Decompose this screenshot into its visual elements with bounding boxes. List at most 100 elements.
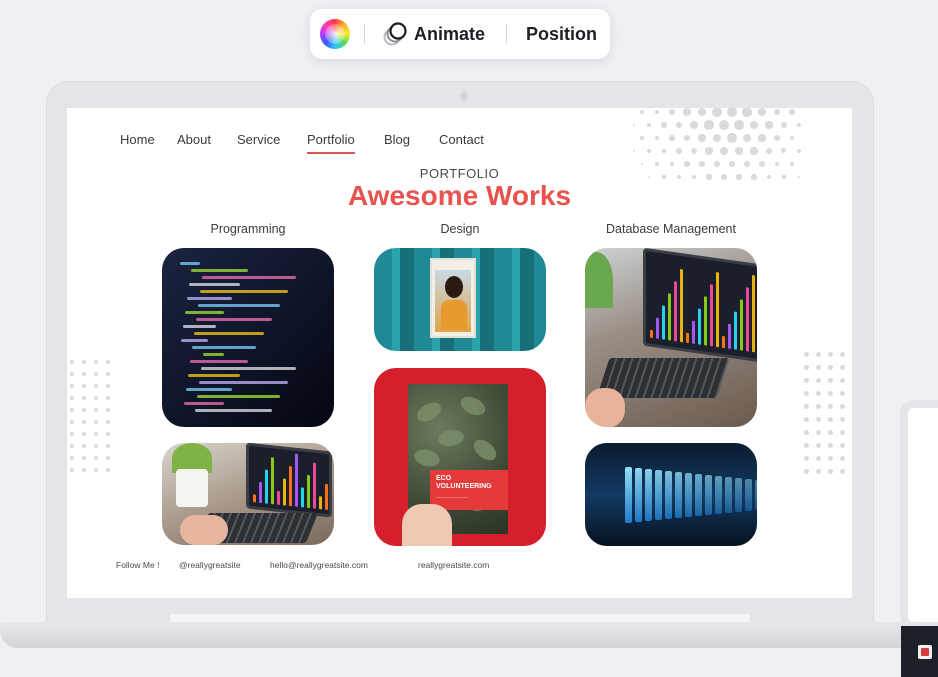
animate-button[interactable]: Animate <box>382 19 485 49</box>
dashboard-bar <box>716 271 719 348</box>
dashboard-bar <box>265 469 268 504</box>
portfolio-image-code[interactable] <box>162 248 334 427</box>
decorative-dot <box>82 372 86 376</box>
dashboard-bar <box>289 466 292 507</box>
code-line <box>192 346 256 349</box>
decorative-dot <box>840 404 845 409</box>
footer-handle[interactable]: @reallygreatsite <box>179 560 241 570</box>
code-line <box>183 325 216 328</box>
nav-service[interactable]: Service <box>237 132 280 147</box>
decorative-dot <box>106 468 110 472</box>
laptop-screen <box>643 248 757 363</box>
dashboard-bar <box>698 308 701 345</box>
decorative-dot <box>94 420 98 424</box>
magazine-face <box>445 276 463 298</box>
nav-contact[interactable]: Contact <box>439 132 484 147</box>
footer-email[interactable]: hello@reallygreatsite.com <box>270 560 368 570</box>
position-button[interactable]: Position <box>526 19 597 49</box>
nav-portfolio[interactable]: Portfolio <box>307 132 355 154</box>
portfolio-image-eco-book[interactable]: ECO VOLUNTEERING ———————— <box>374 368 546 546</box>
design-canvas[interactable]: Home About Service Portfolio Blog Contac… <box>67 108 852 598</box>
dashboard-bar <box>295 453 298 507</box>
laptop-screen <box>246 443 332 518</box>
decorative-dot <box>840 352 845 357</box>
decorative-dot <box>804 365 809 370</box>
magazine-photo <box>435 270 471 332</box>
nav-blog[interactable]: Blog <box>384 132 410 147</box>
server-rack <box>625 466 632 523</box>
server-rack <box>675 471 682 518</box>
decorative-dot <box>70 372 74 376</box>
code-line <box>191 269 248 272</box>
portfolio-image-magazine[interactable] <box>374 248 546 351</box>
decorative-dot <box>106 372 110 376</box>
decorative-dot <box>804 417 809 422</box>
dashboard-bar <box>325 483 328 511</box>
decorative-dot <box>816 391 821 396</box>
decorative-dot <box>804 378 809 383</box>
decorative-dot <box>816 469 821 474</box>
decorative-dot <box>106 396 110 400</box>
color-wheel-icon[interactable] <box>320 19 350 49</box>
server-rack <box>735 477 742 512</box>
nav-home[interactable]: Home <box>120 132 155 147</box>
decorative-dot <box>840 469 845 474</box>
decorative-dot <box>70 432 74 436</box>
dashboard-bar <box>668 293 671 341</box>
decorative-dot <box>828 404 833 409</box>
decorative-dot <box>816 443 821 448</box>
decorative-dot <box>840 430 845 435</box>
code-line <box>185 311 224 314</box>
decorative-dot <box>82 408 86 412</box>
decorative-dot <box>828 352 833 357</box>
decorative-dot <box>816 378 821 383</box>
decorative-dot <box>640 162 644 166</box>
portfolio-image-dashboard-laptop[interactable] <box>585 248 757 427</box>
decorative-dot <box>804 391 809 396</box>
decorative-dot <box>749 120 759 130</box>
decorative-dot <box>718 119 730 131</box>
calendar-icon[interactable] <box>918 645 932 659</box>
hand-shape <box>585 388 625 427</box>
dashboard-bar <box>301 487 304 508</box>
decorative-dot <box>750 147 758 155</box>
decorative-dot <box>781 122 787 128</box>
decorative-dot <box>94 444 98 448</box>
portfolio-image-laptop-typing[interactable] <box>162 443 334 545</box>
footer-website[interactable]: reallygreatsite.com <box>418 560 489 570</box>
decorative-dot <box>106 384 110 388</box>
dashboard-bar <box>313 462 316 509</box>
leaf-icon <box>413 398 445 426</box>
animate-label: Animate <box>414 23 486 44</box>
portfolio-image-server[interactable] <box>585 443 757 546</box>
dashboard-bar <box>319 496 322 510</box>
server-rack <box>645 468 652 521</box>
decorative-dot <box>773 134 781 142</box>
animate-icon <box>382 21 408 47</box>
code-line <box>202 276 296 279</box>
magazine-body <box>441 300 467 330</box>
server-rack <box>695 473 702 516</box>
decorative-dot <box>816 404 821 409</box>
dashboard-bar <box>686 332 689 344</box>
decorative-dot <box>683 134 691 142</box>
dashboard-bar <box>704 296 707 346</box>
footer-follow: Follow Me ! <box>116 560 160 570</box>
decorative-dot <box>742 133 752 143</box>
laptop-base <box>0 622 935 648</box>
dashboard-bar <box>734 311 737 350</box>
hand-shape <box>402 504 452 546</box>
decorative-dot <box>70 396 74 400</box>
server-rack <box>665 470 672 519</box>
nav-about[interactable]: About <box>177 132 211 147</box>
decorative-dot <box>640 136 644 140</box>
decorative-dot <box>94 360 98 364</box>
server-rack <box>705 474 712 515</box>
leaf-icon <box>469 435 501 465</box>
dashboard-bar <box>674 281 677 342</box>
decorative-dot <box>789 109 795 115</box>
decorative-dot <box>632 123 636 127</box>
decorative-dot <box>82 432 86 436</box>
decorative-dot <box>828 365 833 370</box>
dashboard-bar <box>710 284 713 347</box>
